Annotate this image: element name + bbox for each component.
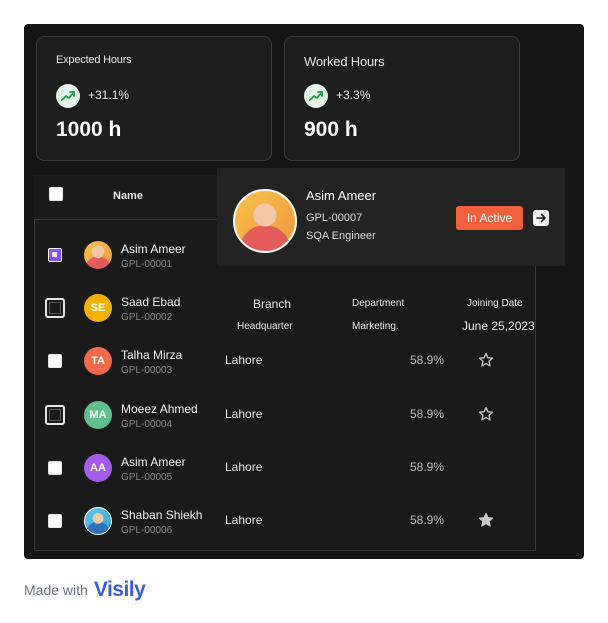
- avatar: TA: [84, 347, 112, 375]
- trend-up-icon: [304, 84, 328, 108]
- employee-name: Asim Ameer: [121, 242, 186, 256]
- popup-name: Asim Ameer: [306, 188, 377, 203]
- worked-hours-card: Worked Hours +3.3% 900 h: [284, 36, 520, 161]
- row-checkbox[interactable]: [48, 248, 62, 262]
- select-all-checkbox[interactable]: [49, 187, 63, 201]
- avatar: SE: [84, 294, 112, 322]
- table-row[interactable]: MA Moeez Ahmed GPL-00004 Lahore 58.9%: [35, 388, 535, 441]
- percentage: 58.9%: [410, 407, 445, 421]
- table-row[interactable]: TA Talha Mirza GPL-00003 Lahore 58.9%: [35, 334, 535, 387]
- stat-title: Expected Hours: [56, 54, 132, 66]
- stat-change: +3.3%: [336, 88, 371, 102]
- location: Lahore: [225, 407, 263, 421]
- row-checkbox[interactable]: [48, 354, 62, 368]
- avatar: [84, 241, 112, 269]
- location: Lahore: [225, 460, 263, 474]
- percentage: 58.9%: [410, 513, 445, 527]
- branch-header: Branch: [253, 297, 292, 311]
- arrow-right-icon[interactable]: [533, 210, 549, 226]
- employee-table: Asim Ameer GPL-00001 SE Saad Ebad GPL-00…: [34, 219, 536, 551]
- star-outline-icon[interactable]: [478, 352, 494, 368]
- visily-logo[interactable]: Visily: [94, 578, 146, 602]
- employee-name: Moeez Ahmed: [121, 402, 198, 416]
- table-row[interactable]: SE Saad Ebad GPL-00002 Branch Headquarte…: [35, 281, 535, 334]
- stat-value: 900 h: [304, 118, 358, 141]
- percentage: 58.9%: [410, 460, 445, 474]
- stat-value: 1000 h: [56, 118, 122, 141]
- percentage: 58.9%: [410, 353, 445, 367]
- employee-name: Asim Ameer: [121, 455, 186, 469]
- row-checkbox[interactable]: [45, 405, 65, 425]
- trend-up-icon: [56, 84, 80, 108]
- employee-id: GPL-00001: [121, 259, 173, 270]
- employee-name: Saad Ebad: [121, 295, 181, 309]
- department-value: Marketing.: [352, 321, 399, 332]
- employee-id: GPL-00002: [121, 312, 173, 323]
- star-filled-icon[interactable]: [478, 512, 494, 528]
- star-outline-icon[interactable]: [478, 406, 494, 422]
- employee-popup-card: Asim Ameer GPL-00007 SQA Engineer In Act…: [217, 168, 565, 266]
- employee-name: Shaban Shiekh: [121, 508, 203, 522]
- popup-id: GPL-00007: [306, 212, 363, 224]
- employee-id: GPL-00006: [121, 525, 173, 536]
- stat-change: +31.1%: [88, 88, 130, 102]
- column-header-name[interactable]: Name: [113, 190, 143, 202]
- avatar: [84, 507, 112, 535]
- row-checkbox[interactable]: [48, 461, 62, 475]
- row-checkbox[interactable]: [48, 514, 62, 528]
- popup-role: SQA Engineer: [306, 230, 376, 242]
- expected-hours-card: Expected Hours +31.1% 1000 h: [36, 36, 272, 161]
- row-checkbox[interactable]: [45, 298, 65, 318]
- location: Lahore: [225, 513, 263, 527]
- joining-date-value: June 25,2023: [462, 319, 535, 333]
- status-badge[interactable]: In Active: [456, 206, 523, 230]
- table-row[interactable]: Shaban Shiekh GPL-00006 Lahore 58.9%: [35, 494, 535, 547]
- joining-date-header: Joining Date: [467, 298, 523, 309]
- avatar: [233, 189, 297, 253]
- avatar: AA: [84, 454, 112, 482]
- employee-id: GPL-00005: [121, 472, 173, 483]
- employee-id: GPL-00004: [121, 419, 173, 430]
- employee-id: GPL-00003: [121, 365, 173, 376]
- department-header: Department: [352, 298, 405, 309]
- dashboard-panel: Expected Hours +31.1% 1000 h Worked Hour…: [24, 24, 584, 559]
- location: Lahore: [225, 353, 263, 367]
- table-row[interactable]: AA Asim Ameer GPL-00005 Lahore 58.9%: [35, 441, 535, 494]
- branch-value: Headquarter: [237, 321, 293, 332]
- avatar: MA: [84, 401, 112, 429]
- made-with-text: Made with: [24, 582, 88, 598]
- stat-title: Worked Hours: [304, 54, 385, 69]
- employee-name: Talha Mirza: [121, 348, 183, 362]
- made-with-footer: Made with Visily: [24, 578, 146, 602]
